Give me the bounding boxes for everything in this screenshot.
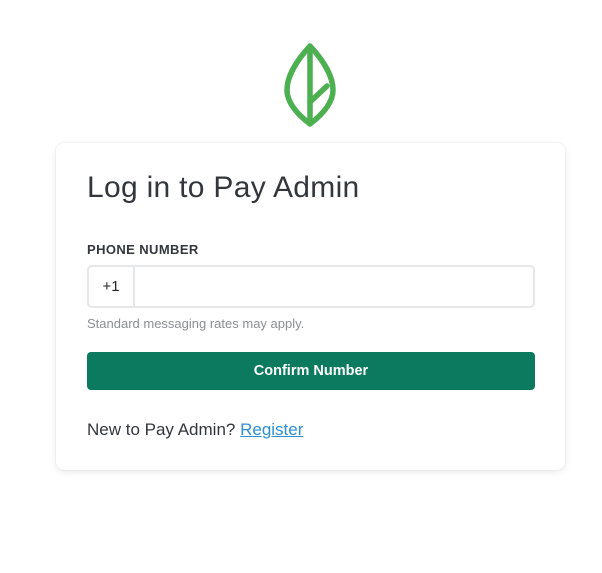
page-title: Log in to Pay Admin: [87, 171, 360, 204]
register-prompt: New to Pay Admin? Register: [87, 420, 303, 440]
register-prompt-text: New to Pay Admin?: [87, 420, 236, 439]
phone-number-label: PHONE NUMBER: [87, 242, 199, 257]
register-link[interactable]: Register: [240, 420, 303, 439]
country-code-selector[interactable]: +1: [87, 265, 135, 308]
messaging-rates-hint: Standard messaging rates may apply.: [87, 316, 305, 331]
confirm-number-button[interactable]: Confirm Number: [87, 352, 535, 390]
leaf-icon: [284, 43, 336, 127]
login-card: Log in to Pay Admin PHONE NUMBER +1 Stan…: [56, 143, 565, 470]
phone-number-input[interactable]: [135, 265, 535, 308]
phone-input-group: +1: [87, 265, 535, 308]
login-page: Log in to Pay Admin PHONE NUMBER +1 Stan…: [0, 0, 602, 573]
